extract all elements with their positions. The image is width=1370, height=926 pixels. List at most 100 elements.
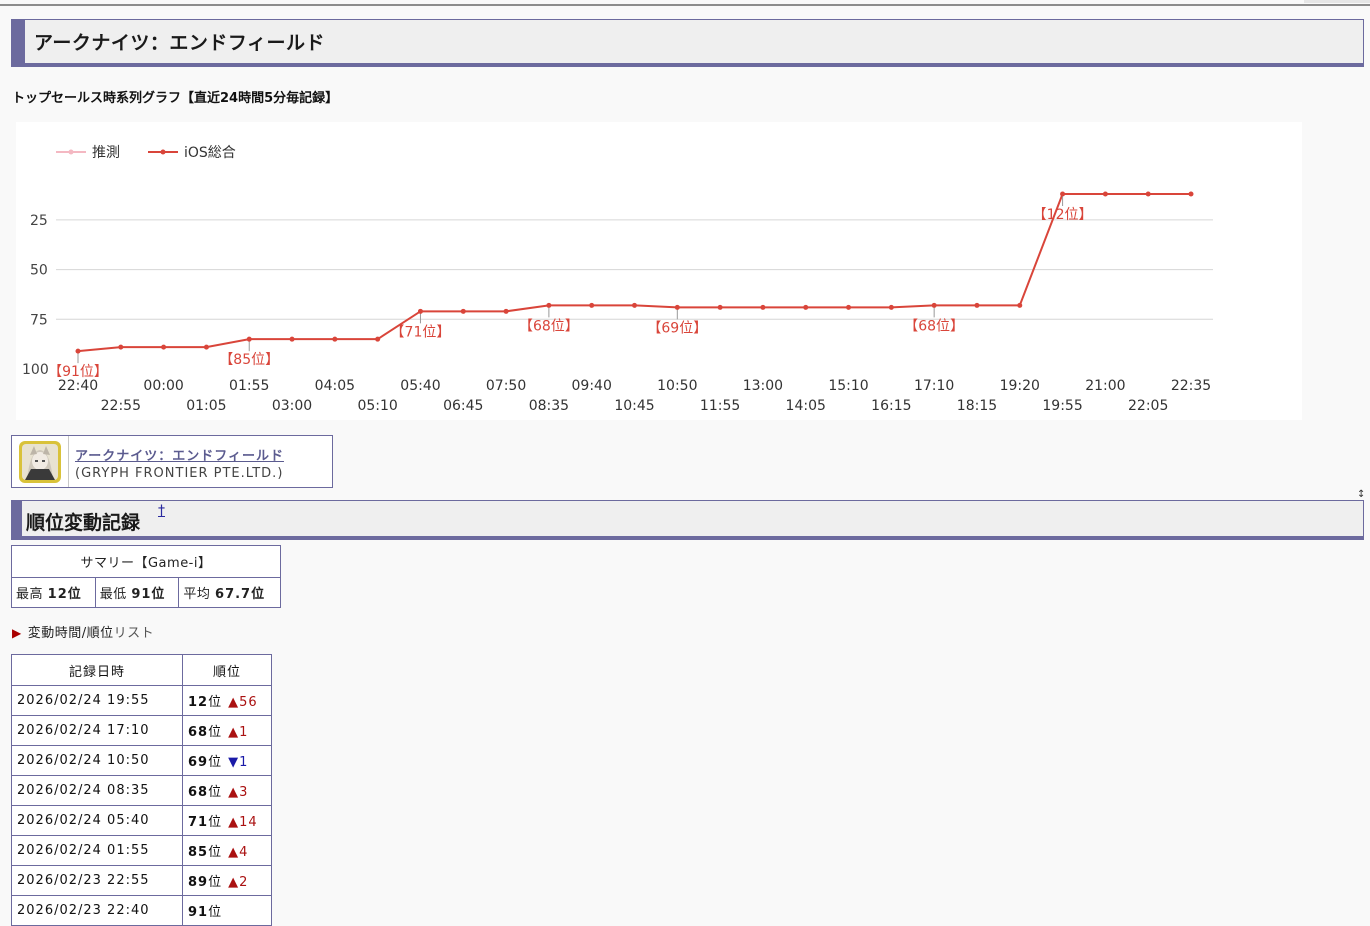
rank-chart: 25507510022:40 00:00 01:55 04:05 05:40 07:50 0… bbox=[22, 145, 1213, 414]
app-icon[interactable] bbox=[19, 441, 61, 483]
table-row: 2026/02/24 10:50 69位 ▼1 bbox=[11, 745, 272, 776]
x-tick-label: 09:40 bbox=[572, 378, 612, 394]
records-header-date: 記録日時 bbox=[11, 654, 183, 686]
table-row: 2026/02/23 22:55 89位 ▲2 bbox=[11, 865, 272, 896]
y-tick-label: 75 bbox=[30, 312, 48, 328]
data-point bbox=[1188, 191, 1194, 197]
record-date: 2026/02/24 10:50 bbox=[11, 745, 183, 776]
x-tick-label: 05:10 bbox=[357, 398, 397, 414]
y-tick-label: 50 bbox=[30, 263, 48, 279]
x-tick-label: 17:10 bbox=[914, 378, 954, 394]
x-tick-label: 06:45 bbox=[443, 398, 483, 414]
triangle-right-icon: ▶ bbox=[12, 626, 22, 640]
data-label: 【85位】 bbox=[219, 352, 279, 368]
app-developer: (GRYPH FRONTIER PTE.LTD.) bbox=[75, 466, 284, 481]
data-label: 【69位】 bbox=[647, 320, 707, 336]
section-title-bar: 順位変動記録 † bbox=[11, 500, 1364, 540]
rank-unit: 位 bbox=[208, 695, 223, 710]
rank-value: 85 bbox=[188, 845, 209, 860]
record-date: 2026/02/24 01:55 bbox=[11, 835, 183, 866]
record-date: 2026/02/23 22:40 bbox=[11, 895, 183, 926]
data-point bbox=[1017, 302, 1023, 308]
table-row: 2026/02/24 17:10 68位 ▲1 bbox=[11, 715, 272, 746]
x-tick-label: 16:15 bbox=[871, 398, 911, 414]
x-tick-label: 19:20 bbox=[1000, 378, 1040, 394]
x-tick-label: 01:05 bbox=[186, 398, 226, 414]
data-point bbox=[546, 302, 552, 308]
table-row: 2026/02/24 19:55 12位 ▲56 bbox=[11, 685, 272, 716]
x-tick-label: 10:45 bbox=[614, 398, 654, 414]
data-point bbox=[1102, 191, 1108, 197]
legend-marker-ios bbox=[160, 149, 166, 155]
data-label: 【91位】 bbox=[48, 364, 108, 380]
x-tick-label: 22:35 bbox=[1171, 378, 1211, 394]
rank-unit: 位 bbox=[208, 875, 223, 890]
data-point bbox=[632, 302, 637, 308]
data-label: 【68位】 bbox=[519, 318, 579, 334]
scroll-top-icon[interactable]: ↕ bbox=[1357, 489, 1365, 500]
data-point bbox=[888, 304, 894, 310]
series-line-ios bbox=[77, 193, 1191, 353]
legend-marker-estimate bbox=[68, 149, 74, 155]
x-tick-label: 05:40 bbox=[400, 378, 440, 394]
data-point bbox=[803, 304, 809, 310]
data-point bbox=[161, 344, 167, 350]
app-card: アークナイツ：エンドフィールド (GRYPH FRONTIER PTE.LTD.… bbox=[11, 435, 333, 488]
legend-label-ios: iOS総合 bbox=[184, 145, 236, 161]
data-point bbox=[717, 304, 723, 310]
rank-unit: 位 bbox=[208, 815, 223, 830]
x-tick-label: 14:05 bbox=[786, 398, 826, 414]
summary-average: 平均 67.7位 bbox=[178, 577, 281, 608]
x-tick-label: 15:10 bbox=[828, 378, 868, 394]
x-tick-label: 01:55 bbox=[229, 378, 269, 394]
rank-value: 68 bbox=[188, 725, 209, 740]
rank-change-up: ▲14 bbox=[228, 815, 258, 830]
top-scrollbar-stub bbox=[1304, 0, 1370, 3]
graph-caption: トップセールス時系列グラフ【直近24時間5分毎記録】 bbox=[12, 91, 339, 106]
x-tick-label: 19:55 bbox=[1042, 398, 1082, 414]
rank-change-up: ▲1 bbox=[228, 725, 249, 740]
rank-value: 91 bbox=[188, 905, 209, 920]
rank-change-up: ▲4 bbox=[228, 845, 249, 860]
data-label: 【12位】 bbox=[1033, 207, 1093, 223]
toggle-label-tail: リスト bbox=[113, 626, 155, 641]
record-date: 2026/02/24 08:35 bbox=[11, 775, 183, 806]
x-tick-label: 00:00 bbox=[143, 378, 183, 394]
data-point bbox=[417, 308, 423, 314]
rank-unit: 位 bbox=[208, 905, 223, 920]
record-rank: 89位 ▲2 bbox=[182, 865, 272, 896]
top-divider bbox=[0, 4, 1370, 6]
rank-value: 89 bbox=[188, 875, 209, 890]
rank-chart-panel: 25 50 75 100 22:40 00:00 01:55 04:05 05:40 07:50 0… bbox=[16, 122, 1302, 420]
data-point bbox=[246, 336, 252, 342]
app-icon-cell bbox=[12, 436, 69, 487]
app-name-link[interactable]: アークナイツ：エンドフィールド bbox=[75, 445, 284, 464]
rank-value: 12 bbox=[188, 695, 209, 710]
x-tick-label: 22:40 bbox=[58, 378, 98, 394]
rank-change-up: ▲56 bbox=[228, 695, 258, 710]
data-label: 【71位】 bbox=[391, 324, 451, 340]
x-tick-label: 22:55 bbox=[101, 398, 141, 414]
x-tick-label: 22:05 bbox=[1128, 398, 1168, 414]
data-point bbox=[332, 336, 338, 342]
table-row: 2026/02/23 22:40 91位 bbox=[11, 895, 272, 926]
record-date: 2026/02/23 22:55 bbox=[11, 865, 183, 896]
section-title: 順位変動記録 bbox=[26, 512, 141, 534]
record-rank: 68位 ▲1 bbox=[182, 715, 272, 746]
rank-unit: 位 bbox=[208, 785, 223, 800]
data-point bbox=[674, 304, 680, 310]
rank-value: 68 bbox=[188, 785, 209, 800]
data-point bbox=[846, 304, 852, 310]
x-tick-label: 13:00 bbox=[743, 378, 783, 394]
rank-list-toggle[interactable]: ▶ 変動時間/順位リスト bbox=[12, 622, 154, 641]
dagger-link[interactable]: † bbox=[158, 503, 165, 519]
rank-change-down: ▼1 bbox=[228, 755, 249, 770]
y-tick-label: 100 bbox=[22, 362, 49, 378]
record-date: 2026/02/24 19:55 bbox=[11, 685, 183, 716]
rank-change-up: ▲3 bbox=[228, 785, 249, 800]
rank-value: 71 bbox=[188, 815, 209, 830]
summary-table: サマリー【Game-i】 最高 12位 最低 91位 平均 67.7位 bbox=[11, 545, 281, 608]
toggle-label: 変動時間/順位 bbox=[27, 626, 114, 641]
legend-label-estimate: 推測 bbox=[92, 145, 120, 161]
x-tick-label: 03:00 bbox=[272, 398, 312, 414]
